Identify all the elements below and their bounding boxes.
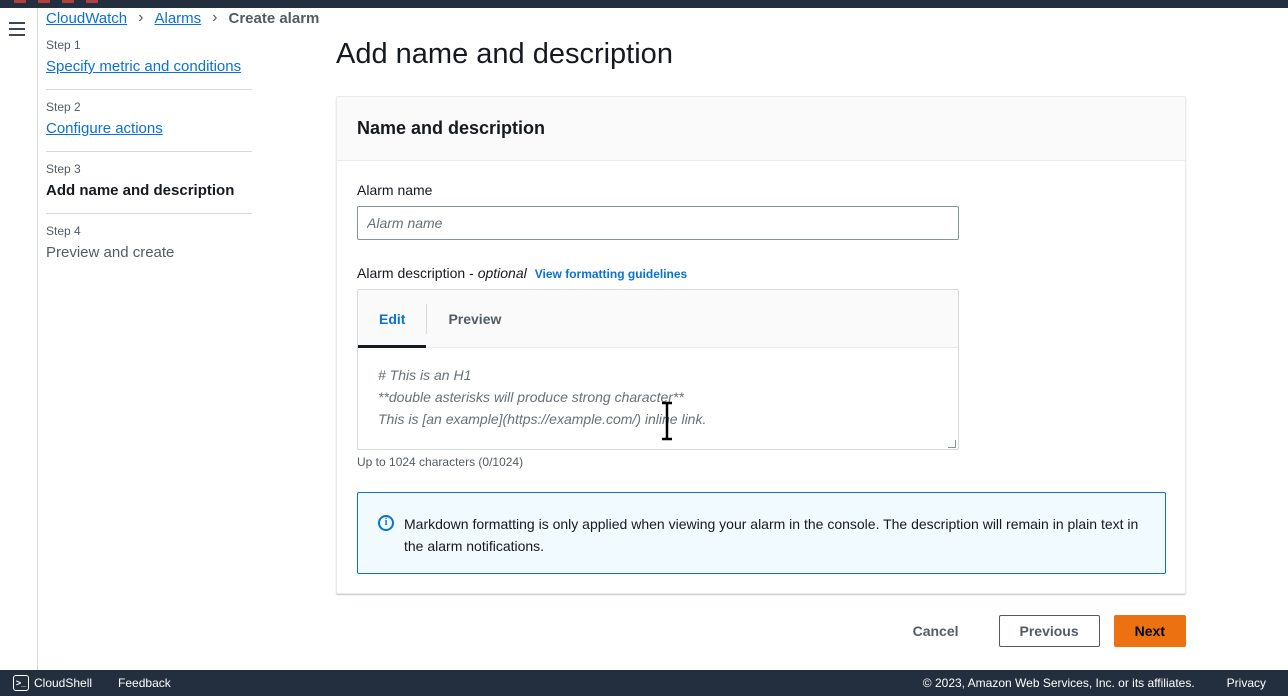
step-number: Step 4 [46, 224, 81, 238]
alarm-description-label: Alarm description - optional View format… [357, 265, 687, 281]
wizard-actions: Cancel Previous Next [893, 615, 1186, 647]
top-bar-decor [14, 0, 98, 3]
cloudshell-label: CloudShell [34, 676, 93, 690]
page-title: Add name and description [336, 38, 673, 70]
section-title: Name and description [357, 118, 546, 138]
alarm-name-label: Alarm name [357, 182, 433, 198]
step-current-label: Add name and description [46, 182, 235, 199]
privacy-link[interactable]: Privacy [1227, 676, 1266, 690]
tab-preview[interactable]: Preview [427, 290, 522, 348]
placeholder-line: **double asterisks will produce strong c… [378, 389, 684, 405]
wizard-step-2: Step 2 Configure actions [46, 100, 252, 152]
step-number: Step 2 [46, 100, 81, 114]
alarm-name-input[interactable] [357, 206, 959, 240]
description-textarea[interactable]: # This is an H1 **double asterisks will … [358, 348, 958, 450]
step-disabled-label: Preview and create [46, 244, 175, 261]
markdown-editor: Edit Preview # This is an H1 **double as… [357, 289, 959, 450]
breadcrumb-current: Create alarm [228, 9, 320, 27]
copyright-text: © 2023, Amazon Web Services, Inc. or its… [922, 676, 1195, 690]
placeholder-line: This is [an example](https://example.com… [378, 411, 707, 427]
info-alert: i Markdown formatting is only applied wh… [357, 492, 1166, 574]
info-alert-text: Markdown formatting is only applied when… [404, 516, 1139, 554]
step-number: Step 3 [46, 162, 81, 176]
resize-handle-icon[interactable] [948, 440, 956, 448]
terminal-icon: >_ [13, 675, 29, 691]
description-label-text: Alarm description - [357, 265, 474, 281]
previous-button[interactable]: Previous [998, 615, 1100, 647]
step-number: Step 1 [46, 38, 81, 52]
formatting-guidelines-link[interactable]: View formatting guidelines [535, 267, 687, 281]
step-link-specify-metric[interactable]: Specify metric and conditions [46, 58, 241, 75]
wizard-step-4: Step 4 Preview and create [46, 224, 252, 275]
tab-edit[interactable]: Edit [358, 290, 427, 348]
editor-tabs: Edit Preview [358, 290, 958, 348]
chevron-right-icon: › [138, 9, 144, 26]
optional-label: optional [477, 265, 527, 281]
info-icon: i [378, 515, 394, 531]
console-footer: >_ CloudShell Feedback © 2023, Amazon We… [0, 670, 1288, 696]
breadcrumb: CloudWatch › Alarms › Create alarm [46, 9, 319, 27]
cloudshell-button[interactable]: >_ CloudShell [13, 675, 92, 691]
container-header: Name and description [337, 97, 1185, 161]
step-link-configure-actions[interactable]: Configure actions [46, 120, 163, 137]
left-rail [0, 8, 38, 670]
breadcrumb-cloudwatch[interactable]: CloudWatch [46, 10, 127, 27]
chevron-right-icon: › [212, 9, 218, 26]
hamburger-menu-icon[interactable] [9, 22, 25, 36]
breadcrumb-alarms[interactable]: Alarms [154, 10, 201, 27]
wizard-step-1: Step 1 Specify metric and conditions [46, 38, 252, 90]
placeholder-line: # This is an H1 [378, 367, 472, 383]
character-constraint: Up to 1024 characters (0/1024) [357, 455, 524, 469]
top-navigation-bar [0, 0, 1288, 8]
text-cursor-icon [662, 401, 672, 441]
cancel-button[interactable]: Cancel [893, 615, 979, 647]
wizard-steps: Step 1 Specify metric and conditions Ste… [46, 38, 252, 285]
wizard-step-3: Step 3 Add name and description [46, 162, 252, 214]
next-button[interactable]: Next [1113, 615, 1186, 647]
name-description-container: Name and description Alarm name Alarm de… [336, 96, 1186, 594]
feedback-link[interactable]: Feedback [118, 676, 171, 690]
